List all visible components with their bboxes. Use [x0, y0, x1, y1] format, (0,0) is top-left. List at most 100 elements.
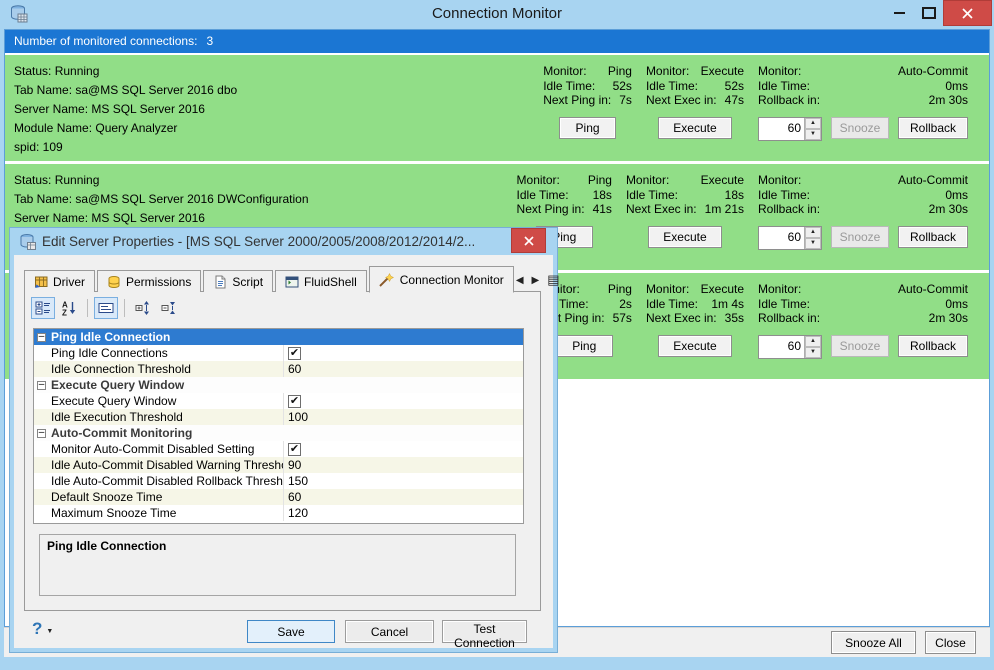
connection-count-label: Number of monitored connections:	[14, 34, 198, 48]
stat-label: Idle Time:	[516, 187, 569, 202]
snooze-time-spinner[interactable]: 60 ▲ ▼	[758, 225, 822, 250]
collapse-category-icon[interactable]: –	[37, 427, 46, 438]
property-value[interactable]: 100	[283, 409, 523, 425]
categorized-view-icon[interactable]	[31, 297, 55, 319]
help-question-icon: ?	[32, 619, 43, 638]
snooze-button[interactable]: Snooze	[831, 116, 889, 139]
tab-list-icon[interactable]: ▤	[547, 272, 559, 288]
spinner-down-icon[interactable]: ▼	[805, 128, 821, 140]
stat-value: Auto-Commit	[897, 64, 968, 78]
checkbox-checked-icon[interactable]: ✔	[288, 346, 301, 360]
monitor-stat-line: Rollback in: 2m 30s	[758, 311, 968, 326]
monitor-stat-line: Monitor: Auto-Commit	[758, 64, 968, 79]
tab-script[interactable]: Script	[203, 270, 274, 292]
stat-value: 2m 30s	[928, 93, 968, 107]
permissions-icon	[108, 275, 120, 288]
maximize-button[interactable]	[914, 0, 943, 26]
property-row[interactable]: Ping Idle Connections ✔	[34, 345, 523, 361]
monitor-columns: Monitor: Ping Idle Time: 52s Next Ping in: 7s…	[543, 64, 968, 141]
ping-button-row: Ping	[543, 116, 632, 139]
rollback-button[interactable]: Rollback	[898, 334, 968, 357]
execute-button[interactable]: Execute	[657, 334, 732, 357]
fluidshell-icon	[285, 276, 299, 287]
snooze-time-spinner[interactable]: 60 ▲ ▼	[758, 116, 822, 141]
collapse-category-icon[interactable]: –	[37, 331, 46, 342]
minimize-button[interactable]	[885, 0, 914, 26]
ping-button[interactable]: Ping	[559, 116, 617, 139]
spinner-down-icon[interactable]: ▼	[805, 346, 821, 358]
tab-connection-monitor[interactable]: Connection Monitor	[368, 266, 514, 293]
rollback-button[interactable]: Rollback	[898, 116, 968, 139]
stat-value: 2m 30s	[928, 202, 968, 216]
connection-monitor-window: { "colors":{ "titlebar_blue":"#a8d4f1", …	[0, 0, 994, 670]
property-description-icon[interactable]	[94, 297, 118, 319]
property-value[interactable]: 60	[283, 361, 523, 377]
snooze-button[interactable]: Snooze	[831, 225, 889, 248]
dialog-close-button[interactable]	[511, 228, 546, 253]
spinner-up-icon[interactable]: ▲	[805, 117, 821, 129]
connection-info-line: Server Name: MS SQL Server 2016	[14, 211, 205, 225]
window-title: Connection Monitor	[431, 5, 563, 22]
autocommit-controls-row: 60 ▲ ▼ Snooze Rollback	[758, 225, 968, 250]
stat-value: 35s	[724, 311, 744, 325]
snooze-all-button[interactable]: Snooze All	[831, 631, 916, 654]
property-category-row[interactable]: – Execute Query Window	[34, 377, 523, 393]
property-value[interactable]: 90	[283, 457, 523, 473]
tab-label: Driver	[53, 274, 85, 289]
monitor-stat-line: Monitor: Execute	[646, 282, 744, 297]
property-value[interactable]: 150	[283, 473, 523, 489]
test-connection-button[interactable]: Test Connection	[442, 620, 527, 650]
snooze-button[interactable]: Snooze	[831, 334, 889, 357]
alphabetical-sort-icon[interactable]: A Z	[57, 297, 81, 319]
property-row[interactable]: Monitor Auto-Commit Disabled Setting ✔	[34, 441, 523, 457]
monitor-stat-line: Rollback in: 2m 30s	[758, 93, 968, 108]
tab-permissions[interactable]: Permissions	[97, 270, 202, 292]
execute-button[interactable]: Execute	[657, 116, 732, 139]
property-row[interactable]: Idle Auto-Commit Disabled Warning Thresh…	[34, 457, 523, 473]
script-icon	[215, 275, 226, 288]
snooze-time-spinner[interactable]: 60 ▲ ▼	[758, 334, 822, 359]
property-row[interactable]: Default Snooze Time 60	[34, 489, 523, 505]
property-name: Execute Query Window	[51, 394, 177, 408]
tab-driver[interactable]: Driver	[24, 270, 95, 292]
property-row[interactable]: Idle Auto-Commit Disabled Rollback Thres…	[34, 473, 523, 489]
property-value[interactable]: 120	[283, 505, 523, 521]
close-icon	[523, 235, 534, 246]
property-category-row[interactable]: – Auto-Commit Monitoring	[34, 425, 523, 441]
collapse-category-icon[interactable]: –	[37, 379, 46, 390]
save-button[interactable]: Save	[247, 620, 335, 643]
execute-button[interactable]: Execute	[647, 225, 722, 248]
property-row[interactable]: Execute Query Window ✔	[34, 393, 523, 409]
dialog-titlebar[interactable]: Edit Server Properties - [MS SQL Server …	[10, 228, 557, 255]
checkbox-checked-icon[interactable]: ✔	[288, 394, 301, 408]
property-row[interactable]: Idle Connection Threshold 60	[34, 361, 523, 377]
ping-button[interactable]: Ping	[555, 334, 613, 357]
property-row[interactable]: Idle Execution Threshold 100	[34, 409, 523, 425]
property-category-label: Ping Idle Connection	[51, 330, 171, 344]
rollback-button[interactable]: Rollback	[898, 225, 968, 248]
close-button[interactable]: Close	[925, 631, 976, 654]
expand-sections-icon[interactable]	[131, 297, 155, 319]
execute-button-row: Execute	[646, 116, 744, 139]
close-window-button[interactable]	[943, 0, 992, 26]
help-button[interactable]: ? ▼	[32, 619, 53, 639]
property-value[interactable]: 60	[283, 489, 523, 505]
collapse-sections-icon[interactable]	[157, 297, 181, 319]
connection-monitor-icon	[379, 272, 394, 287]
monitor-stat-line: Monitor: Ping	[543, 64, 632, 79]
tab-scroll-left-icon[interactable]: ◀	[516, 275, 524, 286]
spinner-down-icon[interactable]: ▼	[805, 237, 821, 249]
monitor-stat-line: Monitor: Execute	[646, 64, 744, 79]
tab-scroll-right-icon[interactable]: ▶	[532, 275, 540, 286]
monitor-stat-line: Idle Time: 1m 4s	[646, 297, 744, 312]
stat-value: 0ms	[945, 296, 968, 311]
spinner-up-icon[interactable]: ▲	[805, 335, 821, 347]
stat-label: Next Exec in:	[645, 93, 717, 107]
connection-count-value: 3	[206, 34, 214, 48]
property-row[interactable]: Maximum Snooze Time 120	[34, 505, 523, 521]
tab-fluidshell[interactable]: FluidShell	[275, 270, 367, 292]
spinner-up-icon[interactable]: ▲	[805, 226, 821, 238]
property-category-row[interactable]: – Ping Idle Connection	[34, 329, 523, 345]
checkbox-checked-icon[interactable]: ✔	[288, 442, 301, 456]
cancel-button[interactable]: Cancel	[345, 620, 434, 643]
